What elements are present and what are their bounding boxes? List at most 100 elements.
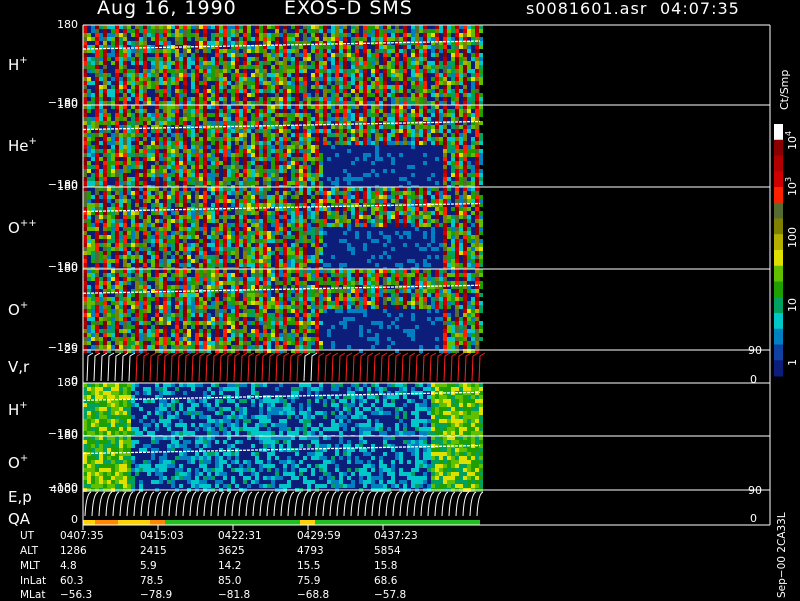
colorbar-swatch bbox=[774, 219, 783, 235]
vr-trace bbox=[297, 353, 303, 381]
footer-code-box: Sep−00 2CA33L bbox=[776, 520, 790, 600]
ep-trace bbox=[414, 492, 420, 516]
ephemeris-cell: 5.9 bbox=[140, 560, 157, 572]
panel-label: H+ bbox=[8, 56, 28, 74]
colorbar-tick-base: 10 bbox=[786, 182, 799, 196]
colorbar-swatch bbox=[774, 203, 783, 219]
colorbar-tick: 103 bbox=[786, 177, 799, 196]
ep-trace bbox=[358, 492, 364, 516]
vr-trace bbox=[430, 353, 436, 381]
vr-trace bbox=[388, 353, 394, 381]
y-tick-top: 180 bbox=[57, 180, 78, 193]
colorbar-swatch bbox=[774, 140, 783, 156]
vr-panel bbox=[87, 353, 485, 381]
ep-trace bbox=[134, 492, 140, 516]
y-tick-top: 180 bbox=[57, 262, 78, 275]
vr-trace bbox=[108, 353, 114, 381]
colorbar-swatch bbox=[774, 234, 783, 250]
ep-trace bbox=[190, 492, 196, 516]
vr-trace bbox=[318, 353, 324, 381]
ep-trace bbox=[92, 492, 98, 516]
ep-trace bbox=[113, 492, 119, 516]
ep-trace bbox=[302, 492, 308, 516]
colorbar-swatch bbox=[774, 313, 783, 329]
panel-label-sup: + bbox=[20, 300, 28, 311]
vr-trace bbox=[185, 353, 191, 381]
vr-trace bbox=[115, 353, 121, 381]
vr-trace bbox=[248, 353, 254, 381]
ep-trace bbox=[316, 492, 322, 516]
panel-label-text: E,p bbox=[8, 488, 32, 506]
ep-trace bbox=[155, 492, 161, 516]
panel-label-sup: + bbox=[20, 453, 28, 464]
vr-trace bbox=[451, 353, 457, 381]
vr-trace bbox=[269, 353, 275, 381]
ephemeris-cell: 15.8 bbox=[374, 560, 397, 572]
ep-trace bbox=[246, 492, 252, 516]
ephemeris-cell: 4.8 bbox=[60, 560, 77, 572]
panel-label-sup: + bbox=[19, 55, 27, 66]
ephemeris-row-label: ALT bbox=[20, 545, 38, 557]
vr-trace bbox=[255, 353, 261, 381]
panel-label-sup: + bbox=[29, 136, 37, 147]
ep-trace bbox=[351, 492, 357, 516]
vr-trace bbox=[234, 353, 240, 381]
colorbar-swatch bbox=[774, 282, 783, 298]
ep-trace bbox=[127, 492, 133, 516]
ep-trace bbox=[225, 492, 231, 516]
vr-trace bbox=[227, 353, 233, 381]
ep-trace bbox=[379, 492, 385, 516]
ephemeris-cell: 4793 bbox=[297, 545, 324, 557]
vr-trace bbox=[192, 353, 198, 381]
colorbar-tick-box: 100 bbox=[786, 248, 800, 278]
vr-trace bbox=[157, 353, 163, 381]
y-tick-top: 180 bbox=[57, 18, 78, 31]
spectrogram-canvas bbox=[0, 0, 800, 600]
y-tick-top: 180 bbox=[57, 376, 78, 389]
vr-trace bbox=[129, 353, 135, 381]
ep-trace bbox=[99, 492, 105, 516]
ephemeris-cell: 0429:59 bbox=[297, 530, 341, 542]
ep-trace bbox=[449, 492, 455, 516]
ep-trace bbox=[435, 492, 441, 516]
vr-trace bbox=[409, 353, 415, 381]
ep-trace bbox=[176, 492, 182, 516]
vr-trace bbox=[465, 353, 471, 381]
ep-trace bbox=[218, 492, 224, 516]
ep-trace bbox=[274, 492, 280, 516]
ep-trace bbox=[141, 492, 147, 516]
panel-label: O+ bbox=[8, 454, 28, 472]
ep-trace bbox=[393, 492, 399, 516]
vr-trace bbox=[290, 353, 296, 381]
qa-segment bbox=[165, 520, 300, 525]
footer-code: Sep−00 2CA33L bbox=[776, 512, 788, 598]
colorbar-unit-box: Ct/Smp bbox=[778, 62, 792, 122]
ephemeris-cell: −57.8 bbox=[374, 589, 406, 601]
ep-trace bbox=[323, 492, 329, 516]
vr-trace bbox=[220, 353, 226, 381]
ephemeris-cell: 75.9 bbox=[297, 575, 320, 587]
panel-label-text: H bbox=[8, 56, 19, 74]
vr-trace bbox=[94, 353, 100, 381]
vr-trace bbox=[150, 353, 156, 381]
colorbar-tick-base: 10 bbox=[786, 298, 799, 312]
panel-label-text: He bbox=[8, 137, 29, 155]
spectrogram-panel-2 bbox=[83, 187, 483, 271]
ephemeris-row-label: UT bbox=[20, 530, 34, 542]
ephemeris-cell: −78.9 bbox=[140, 589, 172, 601]
vr-trace bbox=[325, 353, 331, 381]
panel-label-text: O bbox=[8, 301, 20, 319]
ephemeris-row-label: MLat bbox=[20, 589, 45, 601]
qa-segment bbox=[83, 520, 95, 525]
ep-trace bbox=[239, 492, 245, 516]
colorbar-tick-box: 1 bbox=[786, 366, 800, 396]
panel-label-text: H bbox=[8, 401, 19, 419]
ephemeris-cell: 0415:03 bbox=[140, 530, 184, 542]
y-tick-bottom: 0 bbox=[71, 513, 78, 526]
ep-trace bbox=[197, 492, 203, 516]
ephemeris-cell: 68.6 bbox=[374, 575, 397, 587]
y-right-tick-top: 90 bbox=[748, 484, 762, 497]
panel-label: O++ bbox=[8, 219, 37, 237]
ep-panel bbox=[85, 492, 483, 516]
spectrogram-panel-6 bbox=[83, 436, 483, 492]
